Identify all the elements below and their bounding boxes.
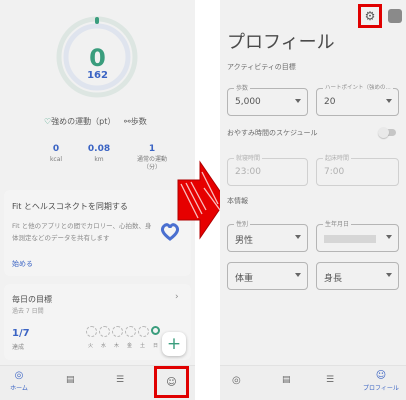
wake-time-value: 7:00: [324, 167, 345, 177]
bedtime-heading: おやすみ時間のスケジュール: [227, 129, 318, 137]
redacted-birthday: [324, 235, 376, 243]
profile-icon: ☺: [375, 370, 387, 381]
about-you-heading: 本情報: [227, 197, 248, 205]
steps-metric: ⚯歩数: [124, 117, 147, 126]
bedtime-toggle[interactable]: [378, 127, 396, 138]
nav-home[interactable]: ◎ ホーム: [6, 369, 32, 397]
distance-unit: km: [94, 156, 104, 163]
ring-primary-value: 0: [89, 44, 106, 72]
move-minutes-value: 1: [148, 144, 156, 154]
profile-screen: ⚙ プロフィール アクティビティの目標 歩数 5,000 ハートポイント（強めの…: [220, 0, 406, 400]
chevron-down-icon: [295, 99, 301, 103]
steps-goal-value: 5,000: [235, 97, 261, 107]
move-minutes-unit: 通常の運動（分）: [136, 156, 167, 171]
nav-profile[interactable]: ☺ プロフィール: [360, 369, 402, 392]
day-label: 火: [88, 343, 94, 349]
height-select[interactable]: 身長: [316, 262, 399, 290]
chevron-down-icon: [295, 273, 301, 277]
nav-profile-label: プロフィール: [363, 385, 399, 392]
day-label: 水: [101, 343, 107, 349]
chevron-down-icon: [386, 235, 392, 239]
day-ring: [86, 326, 97, 337]
page-title: プロフィール: [227, 32, 335, 53]
home-icon[interactable]: ◎: [232, 375, 241, 386]
calories-value: 0: [52, 144, 60, 154]
settings-highlight[interactable]: ⚙: [358, 4, 382, 28]
sync-card-body: Fit と他のアプリとの間でカロリー、心拍数、身体測定などのデータを共有します: [12, 222, 152, 242]
calories-unit: kcal: [49, 156, 63, 163]
chevron-down-icon: [295, 235, 301, 239]
heart-points-goal-label: ハートポイント（強めの...: [323, 83, 393, 91]
weight-select[interactable]: 体重: [227, 262, 308, 290]
nav-home-label: ホーム: [10, 385, 28, 392]
wake-time-field: 起床時間 7:00: [316, 153, 399, 186]
home-icon: ◎: [14, 370, 24, 381]
goals-card-title: 毎日の目標: [12, 295, 52, 304]
goals-ratio-label: 達成: [12, 344, 25, 351]
bedtime-field: 就寝時間 23:00: [227, 153, 308, 186]
steps-goal-label: 歩数: [234, 83, 251, 92]
journal-icon[interactable]: ▤: [282, 375, 291, 385]
goal-days-row: 火 水 木 金 土 日: [86, 326, 166, 356]
day-label: 木: [114, 343, 120, 349]
sync-card-title: Fit とヘルスコネクトを同期する: [12, 202, 128, 211]
toggle-knob: [378, 127, 389, 138]
weight-placeholder: 体重: [235, 274, 254, 284]
journal-icon[interactable]: ▤: [66, 375, 75, 385]
day-ring: [112, 326, 123, 337]
gender-select[interactable]: 性別 男性: [227, 219, 308, 252]
gender-value: 男性: [235, 236, 254, 246]
bedtime-value: 23:00: [235, 167, 261, 177]
health-connect-card[interactable]: Fit とヘルスコネクトを同期する × Fit と他のアプリとの間でカロリー、心…: [4, 190, 191, 276]
birthday-label: 生年月日: [323, 219, 352, 228]
shoe-icon: ⚯: [124, 117, 131, 126]
goals-ratio: 1/7: [12, 328, 30, 339]
profile-icon: ☺: [166, 377, 177, 388]
gear-icon: ⚙: [364, 9, 376, 23]
day-ring-complete: [151, 326, 160, 335]
profile-tab-highlight[interactable]: ☺: [154, 366, 189, 398]
distance-value: 0.08: [87, 144, 111, 154]
sync-start-link[interactable]: 始める: [12, 259, 33, 269]
day-label: 日: [153, 343, 159, 349]
browse-icon[interactable]: ☰: [326, 375, 334, 385]
chevron-down-icon: [386, 99, 392, 103]
bottom-nav: ◎ ▤ ☰ ☺ プロフィール: [220, 365, 406, 400]
day-label: 金: [127, 343, 133, 349]
gender-label: 性別: [234, 219, 251, 228]
steps-goal-select[interactable]: 歩数 5,000: [227, 83, 308, 116]
avatar[interactable]: [388, 9, 402, 23]
chevron-down-icon: [386, 273, 392, 277]
day-ring: [125, 326, 136, 337]
browse-icon[interactable]: ☰: [116, 375, 124, 385]
chevron-right-icon[interactable]: ›: [175, 292, 179, 302]
activity-goals-heading: アクティビティの目標: [227, 63, 296, 71]
ring-secondary-value: 162: [87, 70, 108, 81]
wake-time-label: 起床時間: [323, 153, 352, 162]
birthday-select[interactable]: 生年月日: [316, 219, 399, 252]
height-placeholder: 身長: [324, 274, 343, 284]
day-label: 土: [140, 343, 146, 349]
day-ring: [138, 326, 149, 337]
day-ring: [99, 326, 110, 337]
home-screen: 0 162 ♡強めの運動（pt） ⚯歩数 0 kcal 0.08 km 1 通常…: [0, 0, 195, 400]
heart-points-metric: ♡強めの運動（pt）: [44, 117, 116, 126]
bedtime-label: 就寝時間: [234, 153, 263, 162]
add-activity-fab[interactable]: +: [162, 332, 186, 356]
goals-card-subtitle: 過去 7 日間: [12, 308, 44, 315]
heart-points-goal-value: 20: [324, 97, 336, 107]
heart-points-goal-select[interactable]: ハートポイント（強めの... 20: [316, 83, 399, 116]
